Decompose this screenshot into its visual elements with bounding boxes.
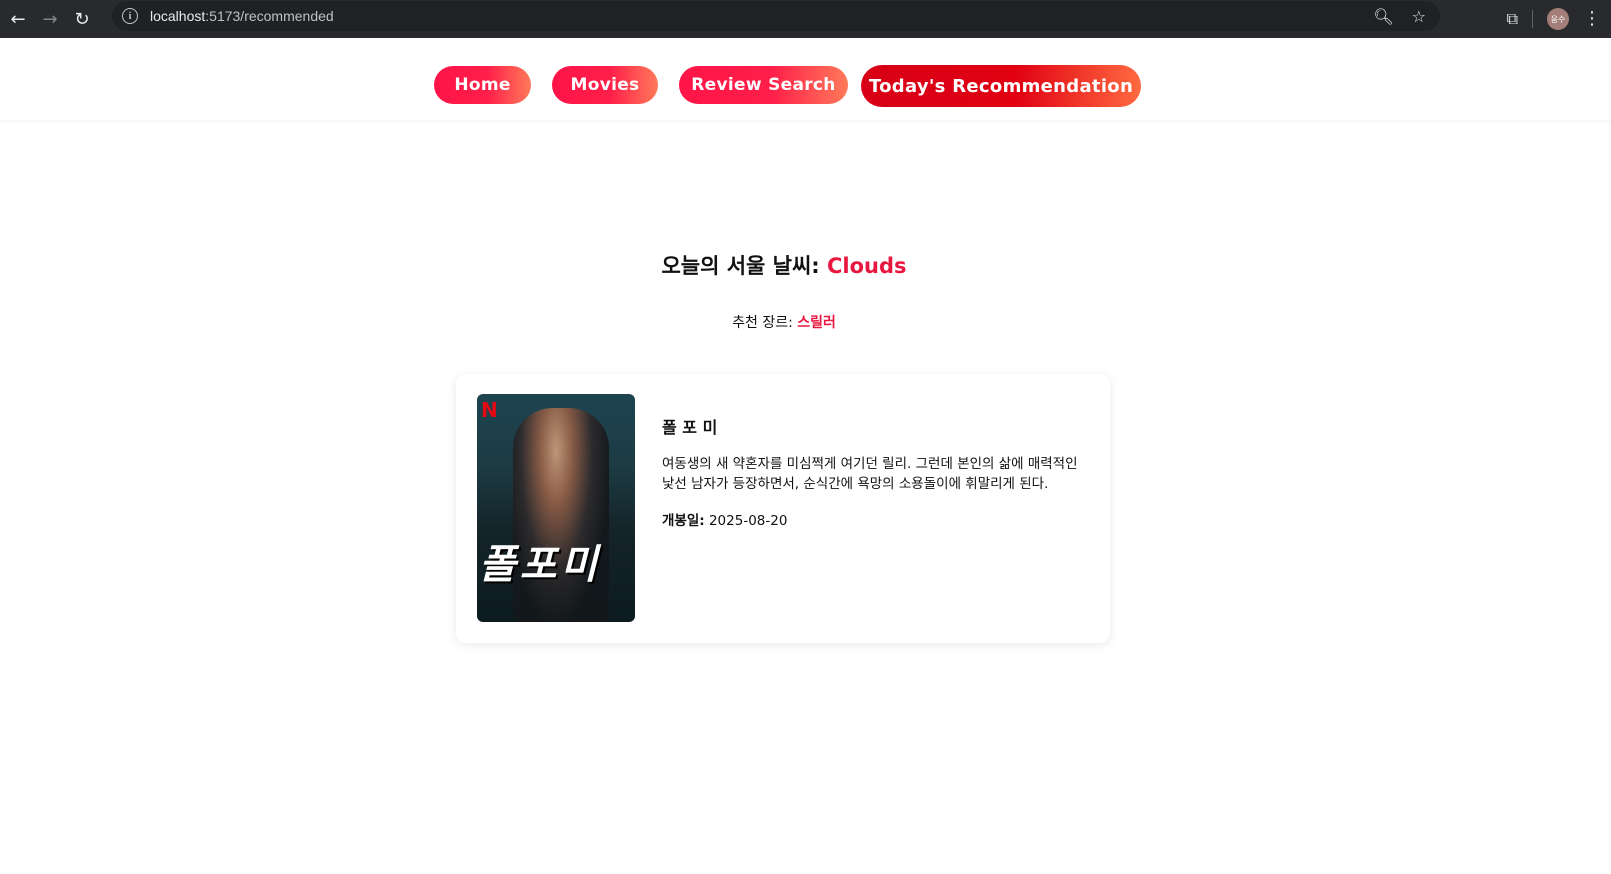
bookmark-star-icon[interactable]: ☆ xyxy=(1412,7,1426,26)
browser-toolbar: ← → ↻ i localhost:5173/recommended 🔍︎ ☆ … xyxy=(0,0,1611,38)
nav-movies-button[interactable]: Movies xyxy=(552,66,658,104)
url-path: :5173/recommended xyxy=(205,8,334,24)
zoom-icon[interactable]: 🔍︎ xyxy=(1373,7,1393,26)
back-icon[interactable]: ← xyxy=(4,5,32,33)
address-bar[interactable]: i localhost:5173/recommended 🔍︎ ☆ xyxy=(112,1,1440,31)
profile-avatar[interactable]: 응수 xyxy=(1547,8,1569,30)
more-menu-icon[interactable]: ⋮ xyxy=(1583,10,1601,28)
movie-poster[interactable]: N 폴포미 xyxy=(477,394,635,622)
release-date: 2025-08-20 xyxy=(708,513,788,529)
release-date-line: 개봉일: 2025-08-20 xyxy=(662,509,787,529)
netflix-logo-icon: N xyxy=(481,398,498,422)
weather-condition: Clouds xyxy=(827,254,907,278)
url-host: localhost xyxy=(150,8,206,24)
recommended-genre: 추천 장르: 스릴러 xyxy=(0,312,1568,332)
movie-overview: 여동생의 새 약혼자를 미심쩍게 여기던 릴리. 그런데 본인의 삶에 매력적인… xyxy=(662,456,1078,492)
genre-label: 추천 장르: xyxy=(732,315,798,331)
reload-icon[interactable]: ↻ xyxy=(68,5,96,33)
url-text[interactable]: localhost:5173/recommended xyxy=(150,8,334,24)
site-info-icon[interactable]: i xyxy=(122,8,138,24)
toolbar-divider xyxy=(1532,10,1533,28)
nav-todays-recommendation-button[interactable]: Today's Recommendation xyxy=(861,65,1141,107)
genre-value: 스릴러 xyxy=(797,315,836,331)
extensions-icon[interactable]: ⧉ xyxy=(1507,9,1518,29)
weather-heading: 오늘의 서울 날씨: Clouds xyxy=(0,250,1568,280)
forward-icon[interactable]: → xyxy=(36,5,64,33)
app-nav: Home Movies Review Search Today's Recomm… xyxy=(0,38,1611,120)
movie-title: 폴 포 미 xyxy=(662,418,718,437)
weather-prefix: 오늘의 서울 날씨: xyxy=(661,254,828,278)
nav-review-search-button[interactable]: Review Search xyxy=(679,66,848,104)
movie-card[interactable]: N 폴포미 폴 포 미 여동생의 새 약혼자를 미심쩍게 여기던 릴리. 그런데… xyxy=(456,374,1110,643)
release-label: 개봉일: xyxy=(662,513,705,529)
nav-home-button[interactable]: Home xyxy=(434,66,531,104)
poster-title-art: 폴포미 xyxy=(479,542,602,588)
